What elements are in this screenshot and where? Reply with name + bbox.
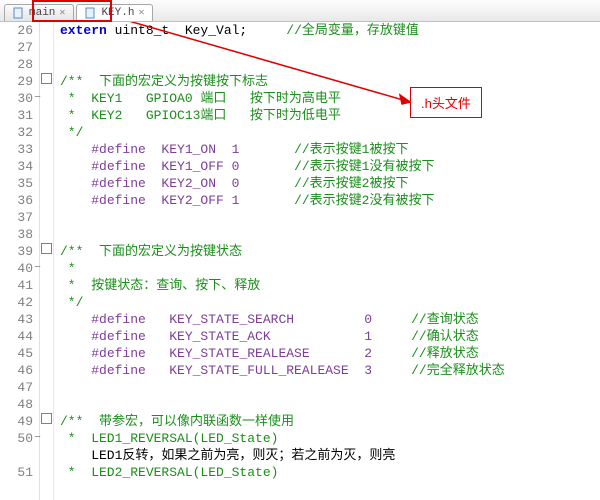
fold-spacer [40, 464, 53, 481]
code-line: #define KEY_STATE_SEARCH 0 //查询状态 [60, 311, 600, 328]
code-line [60, 56, 600, 73]
fold-spacer [40, 345, 53, 362]
line-number: 31 [0, 107, 33, 124]
code-line [60, 39, 600, 56]
line-number: 27 [0, 39, 33, 56]
fold-spacer [40, 379, 53, 396]
fold-spacer [40, 107, 53, 124]
line-number: 38 [0, 226, 33, 243]
line-number: 43 [0, 311, 33, 328]
line-number: 51 [0, 464, 33, 481]
fold-spacer [40, 158, 53, 175]
fold-gutter[interactable] [40, 22, 54, 500]
fold-spacer [40, 226, 53, 243]
fold-spacer [40, 328, 53, 345]
code-line: #define KEY_STATE_REALEASE 2 //释放状态 [60, 345, 600, 362]
code-line: /** 带参宏，可以像内联函数一样使用 [60, 413, 600, 430]
fold-toggle-icon[interactable] [40, 413, 53, 430]
line-number: 28 [0, 56, 33, 73]
line-number: 41 [0, 277, 33, 294]
code-line: #define KEY1_ON 1 //表示按键1被按下 [60, 141, 600, 158]
code-line: LED1反转，如果之前为亮，则灭；若之前为灭，则亮 [60, 447, 600, 464]
line-number: 48 [0, 396, 33, 413]
fold-spacer [40, 141, 53, 158]
tab-key-h[interactable]: KEY.h ✕ [76, 4, 153, 21]
fold-toggle-icon[interactable] [40, 73, 53, 90]
line-number: 49 [0, 413, 33, 430]
line-number: 33 [0, 141, 33, 158]
code-line [60, 209, 600, 226]
fold-spacer [40, 294, 53, 311]
fold-spacer [40, 362, 53, 379]
line-number: 34 [0, 158, 33, 175]
code-line: /** 下面的宏定义为按键按下标志 [60, 73, 600, 90]
code-line: extern uint8_t Key_Val; //全局变量，存放键值 [60, 22, 600, 39]
file-icon [13, 7, 25, 19]
code-line: #define KEY1_OFF 0 //表示按键1没有被按下 [60, 158, 600, 175]
code-line [60, 226, 600, 243]
tab-label: main [29, 7, 55, 19]
code-line: * LED1_REVERSAL(LED_State) [60, 430, 600, 447]
code-area[interactable]: extern uint8_t Key_Val; //全局变量，存放键值 /** 下… [54, 22, 600, 500]
fold-spacer [40, 209, 53, 226]
tab-main[interactable]: main ✕ [4, 4, 74, 21]
line-number: 39 [0, 243, 33, 260]
line-number: 44 [0, 328, 33, 345]
code-line [60, 396, 600, 413]
code-line: #define KEY_STATE_FULL_REALEASE 3 //完全释放… [60, 362, 600, 379]
code-line: * KEY1 GPIOA0 端口 按下时为高电平 [60, 90, 600, 107]
fold-spacer [40, 311, 53, 328]
code-line: * KEY2 GPIOC13端口 按下时为低电平 [60, 107, 600, 124]
line-number: 40 [0, 260, 33, 277]
code-line: #define KEY2_ON 0 //表示按键2被按下 [60, 175, 600, 192]
fold-spacer [40, 56, 53, 73]
file-icon [85, 7, 97, 19]
code-line: #define KEY_STATE_ACK 1 //确认状态 [60, 328, 600, 345]
fold-spacer [40, 192, 53, 209]
fold-spacer [40, 175, 53, 192]
line-number [0, 447, 33, 464]
line-number: 26 [0, 22, 33, 39]
code-line: */ [60, 294, 600, 311]
code-line: /** 下面的宏定义为按键状态 [60, 243, 600, 260]
line-number: 45 [0, 345, 33, 362]
line-number: 47 [0, 379, 33, 396]
code-line: * [60, 260, 600, 277]
line-number: 50 [0, 430, 33, 447]
fold-spacer [40, 396, 53, 413]
line-number: 42 [0, 294, 33, 311]
line-number: 35 [0, 175, 33, 192]
fold-spacer [40, 124, 53, 141]
line-number: 37 [0, 209, 33, 226]
line-number: 29 [0, 73, 33, 90]
line-number: 46 [0, 362, 33, 379]
code-line: * 按键状态：查询、按下、释放 [60, 277, 600, 294]
fold-spacer [40, 22, 53, 39]
fold-spacer [40, 447, 53, 464]
code-line: #define KEY2_OFF 1 //表示按键2没有被按下 [60, 192, 600, 209]
line-number: 30 [0, 90, 33, 107]
fold-spacer [40, 277, 53, 294]
line-number: 32 [0, 124, 33, 141]
close-icon[interactable]: ✕ [138, 7, 144, 19]
tab-bar: main ✕ KEY.h ✕ [0, 0, 600, 22]
line-number: 36 [0, 192, 33, 209]
fold-spacer [40, 39, 53, 56]
code-line: */ [60, 124, 600, 141]
close-icon[interactable]: ✕ [59, 7, 65, 19]
code-line: * LED2_REVERSAL(LED_State) [60, 464, 600, 481]
fold-toggle-icon[interactable] [40, 243, 53, 260]
code-editor[interactable]: 2627282930313233343536373839404142434445… [0, 22, 600, 500]
code-line [60, 379, 600, 396]
tab-label: KEY.h [101, 7, 134, 19]
